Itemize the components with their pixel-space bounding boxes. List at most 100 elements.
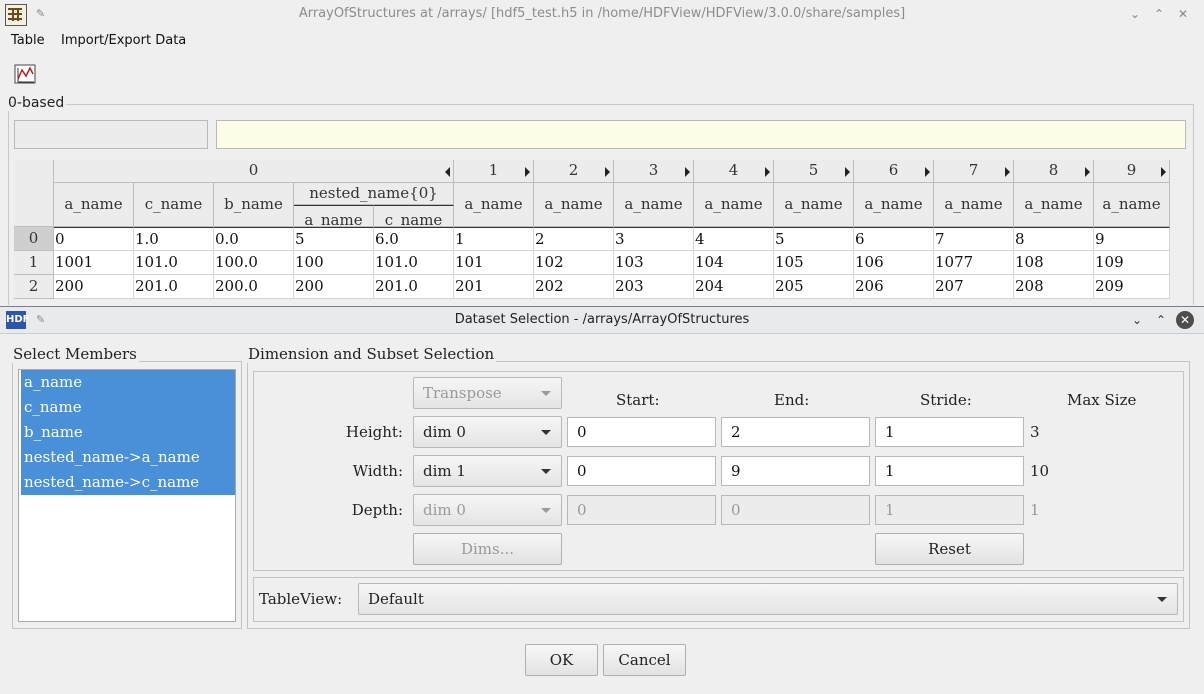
- close-icon[interactable]: ✕: [1174, 5, 1192, 23]
- column-header[interactable]: a_name: [1094, 183, 1170, 227]
- reset-button[interactable]: Reset: [875, 533, 1024, 565]
- table-cell[interactable]: 0.0: [214, 227, 294, 251]
- table-cell[interactable]: 102: [534, 251, 614, 275]
- row-header[interactable]: 0: [14, 227, 54, 251]
- dimension-combo[interactable]: dim 0: [413, 416, 562, 448]
- table-cell[interactable]: 207: [934, 275, 1014, 299]
- nested-column-header[interactable]: c_name: [374, 205, 454, 227]
- column-header[interactable]: a_name: [454, 183, 534, 227]
- table-cell[interactable]: 101.0: [374, 251, 454, 275]
- tableview-combo[interactable]: Default: [358, 583, 1178, 615]
- column-group-header[interactable]: 0: [54, 160, 454, 183]
- menu-import-export[interactable]: Import/Export Data: [61, 33, 186, 48]
- end-field[interactable]: 9: [721, 456, 870, 486]
- table-cell[interactable]: 201: [454, 275, 534, 299]
- cancel-button[interactable]: Cancel: [603, 644, 686, 676]
- row-header[interactable]: 1: [14, 251, 54, 275]
- start-field[interactable]: 0: [567, 417, 716, 447]
- column-header[interactable]: a_name: [54, 183, 134, 227]
- maximize-icon[interactable]: ⌃: [1152, 311, 1170, 329]
- table-cell[interactable]: 2: [534, 227, 614, 251]
- stride-field[interactable]: 1: [875, 417, 1024, 447]
- table-cell[interactable]: 6.0: [374, 227, 454, 251]
- stride-field[interactable]: 1: [875, 456, 1024, 486]
- member-list-item[interactable]: nested_name->a_name: [21, 445, 235, 470]
- member-list-item[interactable]: nested_name->c_name: [21, 470, 235, 495]
- table-cell[interactable]: 104: [694, 251, 774, 275]
- end-field[interactable]: 2: [721, 417, 870, 447]
- column-header[interactable]: a_name: [854, 183, 934, 227]
- table-cell[interactable]: 101: [454, 251, 534, 275]
- expand-arrow-icon[interactable]: [1085, 167, 1090, 177]
- expand-arrow-icon[interactable]: [1161, 167, 1166, 177]
- column-group-header[interactable]: 2: [534, 160, 614, 183]
- table-cell[interactable]: 202: [534, 275, 614, 299]
- table-cell[interactable]: 9: [1094, 227, 1170, 251]
- column-group-header[interactable]: 3: [614, 160, 694, 183]
- table-cell[interactable]: 106: [854, 251, 934, 275]
- table-cell[interactable]: 204: [694, 275, 774, 299]
- table-cell[interactable]: 0: [54, 227, 134, 251]
- column-header[interactable]: a_name: [1014, 183, 1094, 227]
- expand-arrow-icon[interactable]: [845, 167, 850, 177]
- expand-arrow-icon[interactable]: [765, 167, 770, 177]
- expand-arrow-icon[interactable]: [1005, 167, 1010, 177]
- maximize-icon[interactable]: ⌃: [1150, 5, 1168, 23]
- column-group-header[interactable]: 7: [934, 160, 1014, 183]
- column-group-header[interactable]: 6: [854, 160, 934, 183]
- table-cell[interactable]: 108: [1014, 251, 1094, 275]
- table-cell[interactable]: 209: [1094, 275, 1170, 299]
- collapse-arrow-icon[interactable]: [445, 167, 450, 177]
- table-cell[interactable]: 100.0: [214, 251, 294, 275]
- table-cell[interactable]: 5: [774, 227, 854, 251]
- member-list-item[interactable]: a_name: [21, 370, 235, 395]
- column-group-header[interactable]: 4: [694, 160, 774, 183]
- column-header[interactable]: a_name: [934, 183, 1014, 227]
- table-cell[interactable]: 105: [774, 251, 854, 275]
- start-field[interactable]: 0: [567, 456, 716, 486]
- table-cell[interactable]: 3: [614, 227, 694, 251]
- column-header[interactable]: nested_name{0}: [294, 183, 454, 205]
- column-group-header[interactable]: 9: [1094, 160, 1170, 183]
- table-cell[interactable]: 203: [614, 275, 694, 299]
- table-cell[interactable]: 7: [934, 227, 1014, 251]
- table-cell[interactable]: 109: [1094, 251, 1170, 275]
- table-cell[interactable]: 1: [454, 227, 534, 251]
- dimension-combo[interactable]: dim 1: [413, 455, 562, 487]
- cell-address-field[interactable]: [14, 120, 208, 149]
- member-list-item[interactable]: c_name: [21, 395, 235, 420]
- table-cell[interactable]: 208: [1014, 275, 1094, 299]
- ok-button[interactable]: OK: [525, 644, 598, 676]
- table-cell[interactable]: 1077: [934, 251, 1014, 275]
- table-cell[interactable]: 201.0: [134, 275, 214, 299]
- row-header[interactable]: 2: [14, 275, 54, 299]
- nested-column-header[interactable]: a_name: [294, 205, 374, 227]
- table-cell[interactable]: 200: [54, 275, 134, 299]
- table-cell[interactable]: 103: [614, 251, 694, 275]
- table-cell[interactable]: 201.0: [374, 275, 454, 299]
- expand-arrow-icon[interactable]: [605, 167, 610, 177]
- table-cell[interactable]: 4: [694, 227, 774, 251]
- table-cell[interactable]: 5: [294, 227, 374, 251]
- table-cell[interactable]: 6: [854, 227, 934, 251]
- column-header[interactable]: b_name: [214, 183, 294, 227]
- table-cell[interactable]: 8: [1014, 227, 1094, 251]
- cell-value-field[interactable]: [216, 120, 1186, 149]
- table-cell[interactable]: 100: [294, 251, 374, 275]
- column-header[interactable]: a_name: [774, 183, 854, 227]
- column-header[interactable]: c_name: [134, 183, 214, 227]
- table-cell[interactable]: 1001: [54, 251, 134, 275]
- menu-table[interactable]: Table: [11, 33, 45, 48]
- table-cell[interactable]: 1.0: [134, 227, 214, 251]
- column-group-header[interactable]: 5: [774, 160, 854, 183]
- column-header[interactable]: a_name: [534, 183, 614, 227]
- members-list[interactable]: a_name c_name b_name nested_name->a_name nes…: [18, 369, 236, 622]
- minimize-icon[interactable]: ⌄: [1126, 5, 1144, 23]
- expand-arrow-icon[interactable]: [925, 167, 930, 177]
- column-group-header[interactable]: 8: [1014, 160, 1094, 183]
- column-group-header[interactable]: 1: [454, 160, 534, 183]
- column-header[interactable]: a_name: [614, 183, 694, 227]
- expand-arrow-icon[interactable]: [525, 167, 530, 177]
- minimize-icon[interactable]: ⌄: [1128, 311, 1146, 329]
- table-cell[interactable]: 200: [294, 275, 374, 299]
